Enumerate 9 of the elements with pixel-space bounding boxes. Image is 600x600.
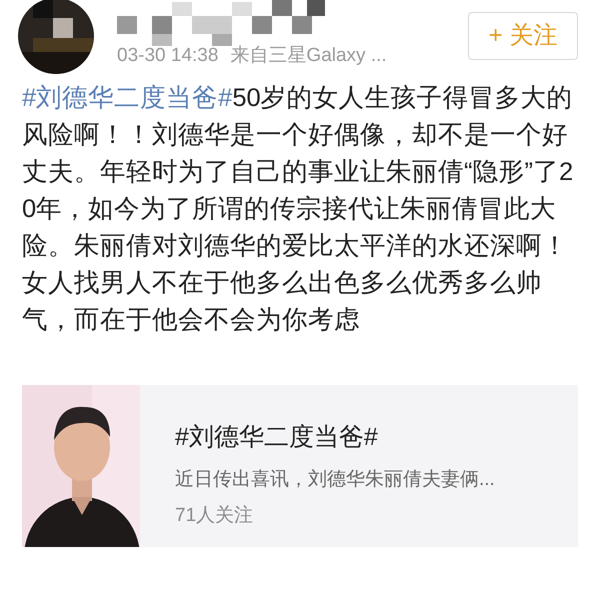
timestamp: 03-30 14:38 [117, 46, 218, 65]
topic-card[interactable]: #刘德华二度当爸# 近日传出喜讯，刘德华朱丽倩夫妻俩... 71人关注 [22, 385, 578, 547]
topic-description: 近日传出喜讯，刘德华朱丽倩夫妻俩... [175, 470, 495, 489]
follower-count: 71人关注 [175, 506, 254, 525]
post-text: #刘德华二度当爸#50岁的女人生孩子得冒多大的风险啊！！刘德华是一个好偶像，却不是一个好丈夫。年轻时为了自己的事业让朱丽倩“隐形”了20年，如今为了所谓的传宗接代让朱丽倩冒此大险。朱丽倩对刘德华的爱比太平洋的水还深啊！女人找男人不在于他多么出色多么优秀多么帅气，而在于他会不会为你考虑 [22, 83, 574, 336]
follow-button[interactable]: + 关注 [468, 12, 578, 60]
topic-title: #刘德华二度当爸# [175, 425, 379, 450]
source-label: 来自三星Galaxy ... [230, 46, 387, 65]
hashtag-link[interactable]: #刘德华二度当爸# [22, 84, 232, 112]
